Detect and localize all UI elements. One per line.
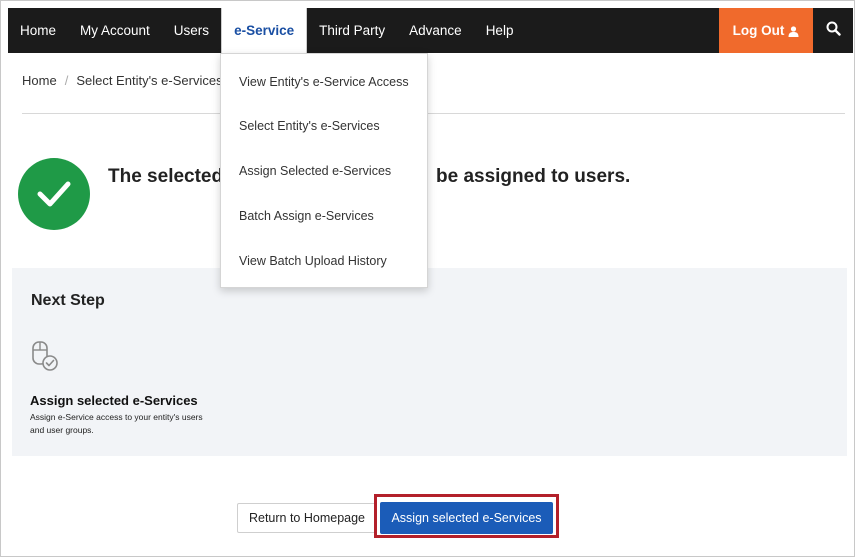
- success-message-left: The selected: [108, 166, 224, 187]
- return-to-homepage-button[interactable]: Return to Homepage: [237, 503, 377, 533]
- menu-item-view-entity-access[interactable]: View Entity's e-Service Access: [239, 75, 409, 89]
- next-step-description: Assign e-Service access to your entity's…: [30, 412, 203, 435]
- next-step-title: Assign selected e-Services: [30, 393, 198, 408]
- mouse-check-icon: [30, 340, 62, 374]
- user-icon: [788, 25, 799, 37]
- menu-item-select-entity-e-services[interactable]: Select Entity's e-Services: [239, 119, 380, 133]
- menu-item-assign-selected-e-services[interactable]: Assign Selected e-Services: [239, 164, 391, 178]
- search-icon: [826, 21, 841, 41]
- nav-my-account[interactable]: My Account: [68, 8, 162, 53]
- nav-third-party[interactable]: Third Party: [307, 8, 397, 53]
- logout-button[interactable]: Log Out: [719, 8, 813, 53]
- nav-users[interactable]: Users: [162, 8, 221, 53]
- menu-item-view-batch-upload-history[interactable]: View Batch Upload History: [239, 254, 387, 268]
- divider: [22, 113, 845, 114]
- nav-help[interactable]: Help: [474, 8, 526, 53]
- nav-e-service[interactable]: e-Service: [221, 8, 308, 53]
- check-circle-icon: [18, 158, 90, 230]
- next-step-panel: Next Step Assign selected e-Services Ass…: [12, 268, 847, 456]
- success-message: The selected be assigned to users.: [108, 166, 630, 188]
- breadcrumb-separator: /: [64, 73, 69, 88]
- next-step-heading: Next Step: [31, 292, 105, 309]
- logout-label: Log Out: [732, 23, 785, 38]
- assign-selected-e-services-button[interactable]: Assign selected e-Services: [380, 502, 553, 534]
- search-button[interactable]: [813, 8, 853, 53]
- breadcrumb: Home / Select Entity's e-Services: [22, 73, 223, 88]
- nav-advance[interactable]: Advance: [397, 8, 474, 53]
- top-navbar: Home My Account Users e-Service Third Pa…: [8, 8, 853, 53]
- success-message-right: be assigned to users.: [436, 166, 631, 187]
- menu-item-batch-assign-e-services[interactable]: Batch Assign e-Services: [239, 209, 374, 223]
- breadcrumb-home[interactable]: Home: [22, 73, 57, 88]
- nav-home[interactable]: Home: [8, 8, 68, 53]
- e-service-dropdown-menu: View Entity's e-Service Access Select En…: [220, 53, 428, 288]
- breadcrumb-current: Select Entity's e-Services: [76, 73, 223, 88]
